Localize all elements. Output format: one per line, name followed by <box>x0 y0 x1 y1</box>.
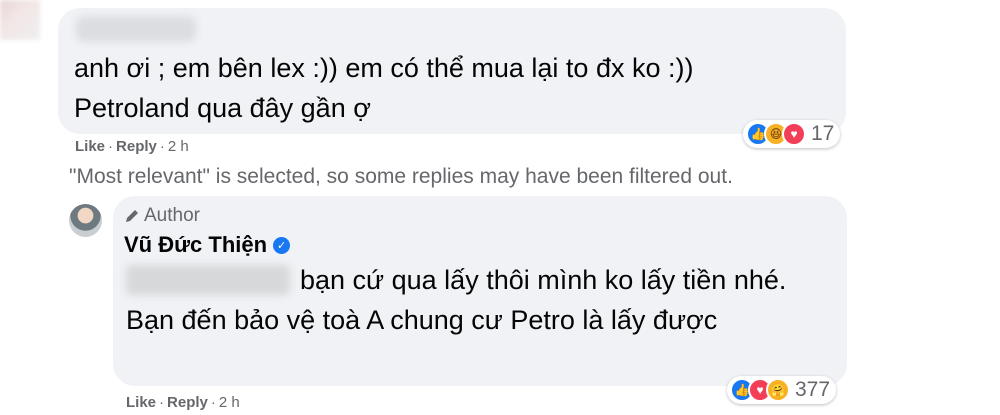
blurred-mention <box>126 265 290 295</box>
reply-reactions[interactable]: 👍 ♥ 🤗 377 <box>727 376 837 404</box>
author-name-text[interactable]: Vũ Đức Thiện <box>124 232 267 258</box>
reply-actions: Like · Reply · 2 h <box>126 394 240 411</box>
reply-link[interactable]: Reply <box>116 138 157 155</box>
reply-link[interactable]: Reply <box>167 394 208 411</box>
comment-line-2: Petroland qua đây gần ợ <box>74 93 371 123</box>
comment-actions: Like · Reply · 2 h <box>75 138 189 155</box>
author-badge: Author <box>124 205 200 227</box>
author-name[interactable]: Vũ Đức Thiện ✓ <box>124 232 291 258</box>
blurred-commenter-avatar[interactable] <box>0 0 40 40</box>
comment-line-1: anh ơi ; em bên lex :)) em có thể mua lạ… <box>74 53 694 83</box>
reaction-count: 17 <box>811 122 835 145</box>
care-icon: 🤗 <box>766 378 790 402</box>
love-icon: ♥ <box>782 122 806 146</box>
reply-body: bạn cứ qua lấy thôi mình ko lấy tiền nhé… <box>126 260 826 340</box>
blurred-commenter-name[interactable] <box>76 16 196 42</box>
author-badge-label: Author <box>144 205 200 226</box>
author-avatar[interactable] <box>69 204 102 237</box>
comment-body: anh ơi ; em bên lex :)) em có thể mua lạ… <box>74 48 834 128</box>
pencil-icon <box>126 210 138 222</box>
verified-badge-icon: ✓ <box>273 236 291 254</box>
comment-bubble: anh ơi ; em bên lex :)) em có thể mua lạ… <box>58 8 846 134</box>
like-link[interactable]: Like <box>75 138 105 155</box>
timestamp[interactable]: 2 h <box>168 138 189 155</box>
timestamp[interactable]: 2 h <box>219 394 240 411</box>
filter-notice: "Most relevant" is selected, so some rep… <box>69 165 733 188</box>
reaction-count: 377 <box>795 378 831 401</box>
comment-reactions[interactable]: 👍 😆 ♥ 17 <box>743 120 841 148</box>
like-link[interactable]: Like <box>126 394 156 411</box>
reply-bubble: Author Vũ Đức Thiện ✓ bạn cứ qua lấy thô… <box>113 196 847 386</box>
